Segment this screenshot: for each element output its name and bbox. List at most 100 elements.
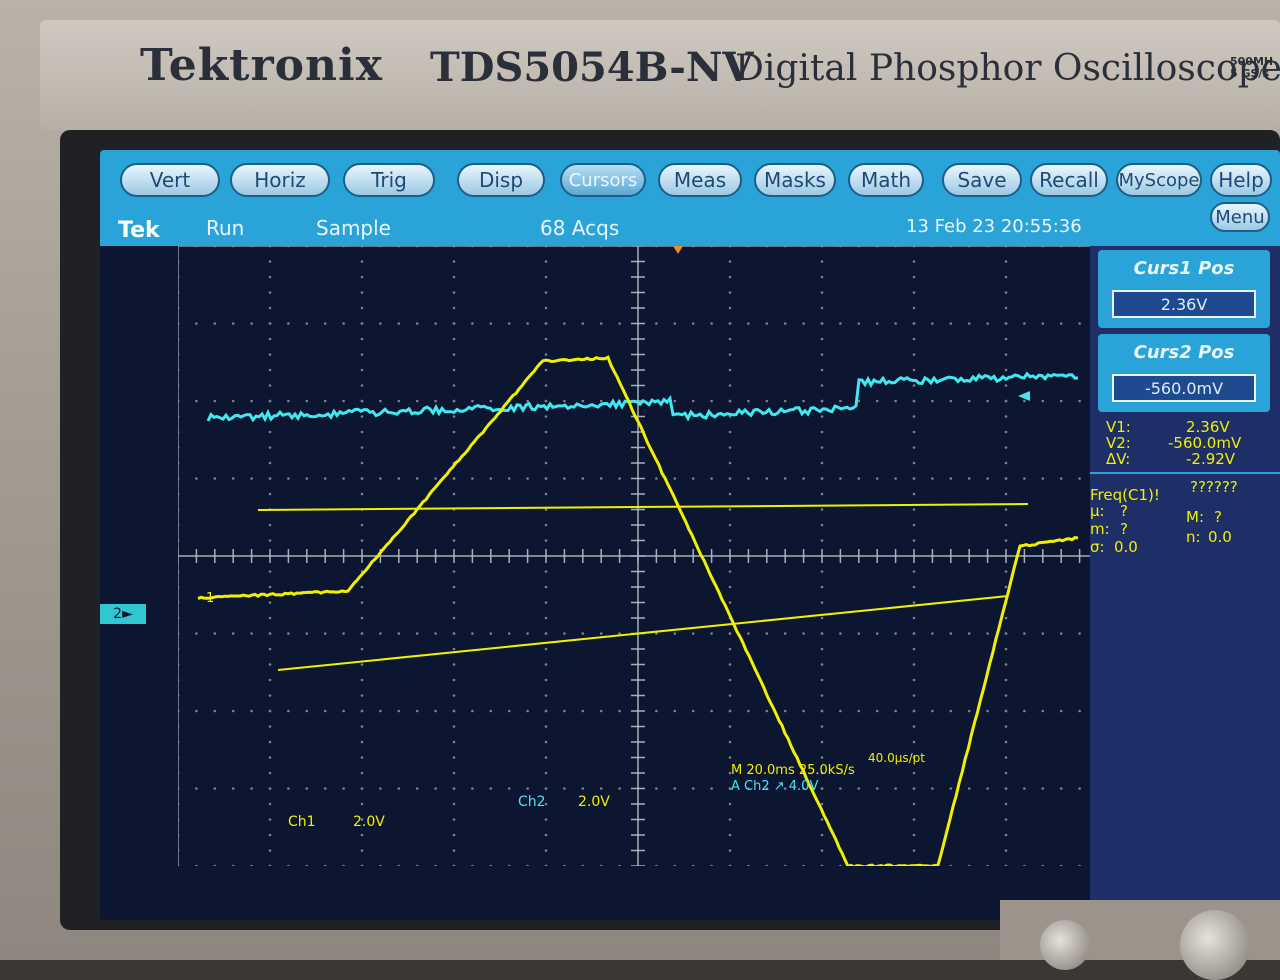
grid-dot (269, 446, 272, 449)
grid-dot (729, 694, 732, 697)
grid-dot (508, 865, 511, 866)
grid (178, 246, 1098, 866)
grid-dot (894, 632, 897, 635)
grid-dot (894, 322, 897, 325)
grid-dot (986, 322, 989, 325)
grid-dot (490, 787, 493, 790)
grid-dot (931, 632, 934, 635)
grid-dot (545, 291, 548, 294)
grid-dot (729, 849, 732, 852)
menu-masks-button[interactable]: Masks (754, 163, 836, 197)
grid-dot (379, 865, 382, 866)
grid-dot (1023, 710, 1026, 713)
n-label: n: (1186, 528, 1201, 546)
grid-dot (821, 725, 824, 728)
grid-dot (232, 787, 235, 790)
grid-dot (729, 462, 732, 465)
grid-dot (545, 849, 548, 852)
grid-dot (361, 353, 364, 356)
grid-dot (526, 322, 529, 325)
grid-dot (729, 570, 732, 573)
grid-dot (839, 322, 842, 325)
menu-cursors-button[interactable]: Cursors (560, 163, 646, 197)
grid-dot (453, 322, 456, 325)
menu-disp-button[interactable]: Disp (457, 163, 545, 197)
grid-dot (821, 663, 824, 666)
grid-dot (821, 710, 824, 713)
grid-dot (913, 431, 916, 434)
grid-dot (729, 710, 732, 713)
grid-dot (729, 508, 732, 511)
side-menu-button[interactable]: Menu (1210, 202, 1270, 232)
curs2-box[interactable]: Curs2 Pos -560.0mV (1098, 334, 1270, 412)
grid-dot (361, 601, 364, 604)
curs2-value[interactable]: -560.0mV (1112, 374, 1256, 402)
grid-dot (710, 477, 713, 480)
grid-dot (416, 400, 419, 403)
grid-dot (453, 570, 456, 573)
grid-dot (618, 322, 621, 325)
grid-dot (766, 632, 769, 635)
curs1-box[interactable]: Curs1 Pos 2.36V (1098, 250, 1270, 328)
grid-dot (342, 632, 345, 635)
grid-dot (1005, 818, 1008, 821)
grid-dot (747, 865, 750, 866)
grid-dot (287, 710, 290, 713)
grid-dot (361, 803, 364, 806)
grid-dot (269, 260, 272, 263)
grid-dot (342, 710, 345, 713)
menu-myscope-button[interactable]: MyScope (1116, 163, 1202, 197)
grid-dot (821, 865, 824, 866)
menu-vert-button[interactable]: Vert (120, 163, 220, 197)
grid-dot (747, 400, 750, 403)
grid-dot (453, 818, 456, 821)
grid-dot (361, 632, 364, 635)
vertical-scale-knob[interactable] (1180, 910, 1250, 980)
grid-dot (287, 400, 290, 403)
grid-dot (766, 477, 769, 480)
grid-dot (876, 477, 879, 480)
grid-dot (361, 322, 364, 325)
menu-meas-button[interactable]: Meas (658, 163, 742, 197)
grid-dot (361, 369, 364, 372)
menu-math-button[interactable]: Math (848, 163, 924, 197)
menu-trig-button[interactable]: Trig (343, 163, 435, 197)
ch2-offset-marker[interactable]: 2 ► (100, 604, 146, 624)
grid-dot (526, 632, 529, 635)
grid-dot (508, 632, 511, 635)
grid-dot (913, 322, 916, 325)
arrow-right-icon: ► (122, 606, 133, 622)
grid-dot (710, 632, 713, 635)
menu-help-button[interactable]: Help (1210, 163, 1272, 197)
grid-dot (361, 260, 364, 263)
menu-recall-button[interactable]: Recall (1030, 163, 1108, 197)
grid-dot (913, 648, 916, 651)
grid-dot (600, 400, 603, 403)
grid-dot (821, 291, 824, 294)
grid-dot (821, 369, 824, 372)
cursor2-line[interactable] (278, 596, 1008, 670)
grid-dot (1005, 632, 1008, 635)
grid-dot (821, 431, 824, 434)
grid-dot (434, 400, 437, 403)
grid-dot (287, 632, 290, 635)
grid-dot (563, 632, 566, 635)
grid-dot (692, 787, 695, 790)
grid-dot (729, 338, 732, 341)
grid-dot (1078, 632, 1081, 635)
grid-dot (361, 276, 364, 279)
grid-dot (821, 477, 824, 480)
menu-save-button[interactable]: Save (942, 163, 1022, 197)
vertical-position-knob[interactable] (1040, 920, 1090, 970)
grid-dot (913, 803, 916, 806)
grid-dot (729, 400, 732, 403)
grid-dot (269, 865, 272, 866)
ch2-waveform (208, 374, 1078, 421)
grid-dot (913, 415, 916, 418)
grid-dot (1005, 756, 1008, 759)
graticule: 1 Ch1 2.0V Ch2 2.0V M 20.0ms 25.0kS/s A … (178, 246, 1098, 866)
curs1-value[interactable]: 2.36V (1112, 290, 1256, 318)
menu-horiz-button[interactable]: Horiz (230, 163, 330, 197)
grid-dot (416, 710, 419, 713)
grid-dot (729, 322, 732, 325)
